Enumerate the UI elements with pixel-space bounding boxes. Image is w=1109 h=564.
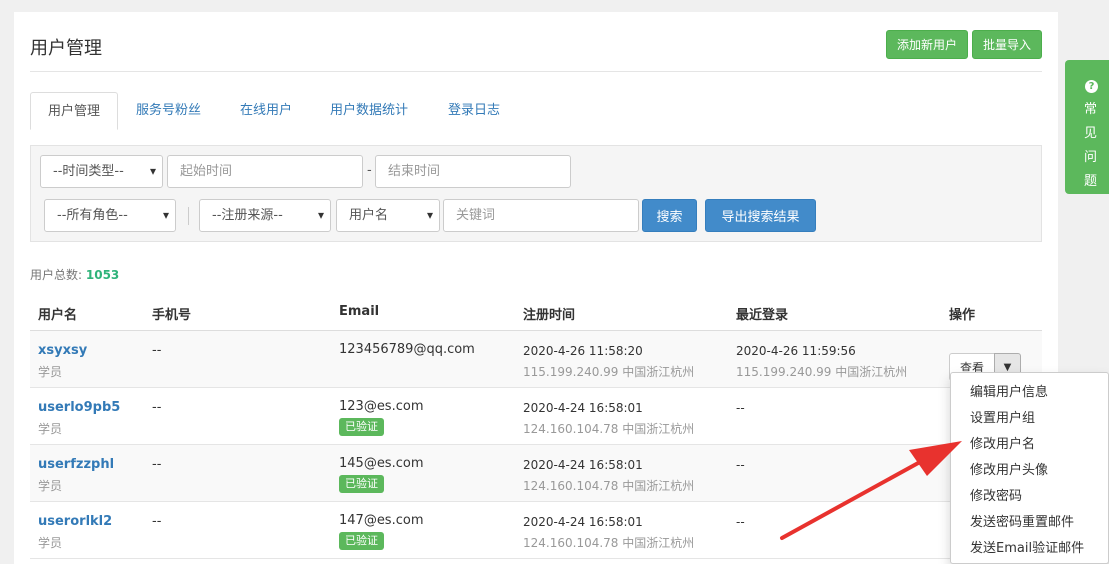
reg-time: 2020-4-24 16:58:01 (523, 401, 643, 415)
reg-time: 2020-4-24 16:58:01 (523, 515, 643, 529)
user-role: 学员 (38, 479, 63, 493)
verified-badge: 已验证 (339, 532, 384, 550)
col-phone: 手机号 (152, 308, 192, 323)
reg-ip: 124.160.104.78 中国浙江杭州 (523, 536, 695, 550)
username-link[interactable]: xsyxsy (38, 343, 87, 358)
range-dash: - (367, 163, 372, 178)
tab-user-management[interactable]: 用户管理 (30, 92, 118, 130)
user-email: 123456789@qq.com (339, 342, 475, 357)
add-user-button[interactable]: 添加新用户 (886, 30, 968, 59)
user-total-count: 1053 (85, 268, 120, 282)
export-button[interactable]: 导出搜索结果 (705, 199, 816, 232)
username-link[interactable]: userorlkl2 (38, 514, 112, 529)
field-select[interactable]: 用户名 (336, 199, 440, 232)
main-panel: 用户管理 添加新用户 批量导入 用户管理 服务号粉丝 在线用户 用户数据统计 登… (14, 12, 1058, 564)
username-link[interactable]: userlo9pb5 (38, 400, 120, 415)
tab-online-users[interactable]: 在线用户 (240, 92, 292, 130)
user-phone: -- (152, 343, 162, 358)
last-login-time: -- (736, 401, 745, 415)
last-login-ip: 115.199.240.99 中国浙江杭州 (736, 365, 908, 379)
col-actions: 操作 (949, 308, 976, 323)
username-link[interactable]: userfzzphl (38, 457, 114, 472)
tab-login-log[interactable]: 登录日志 (448, 92, 500, 130)
table-row: userlo9pb5 学员 -- 123@es.com 已验证 2020-4-2… (30, 388, 1042, 445)
table-row: userorlkl2 学员 -- 147@es.com 已验证 2020-4-2… (30, 502, 1042, 559)
reg-ip: 124.160.104.78 中国浙江杭州 (523, 479, 695, 493)
caret-down-icon: ▼ (1003, 361, 1012, 373)
menu-edit-user-info[interactable]: 编辑用户信息 (970, 381, 1048, 400)
user-phone: -- (152, 457, 162, 472)
menu-set-user-group[interactable]: 设置用户组 (970, 407, 1035, 426)
faq-side-button[interactable]: ? 常见问题 (1065, 60, 1109, 194)
menu-change-username[interactable]: 修改用户名 (970, 433, 1035, 452)
time-type-select[interactable]: --时间类型-- (40, 155, 163, 188)
user-total: 用户总数: 1053 (30, 266, 119, 283)
reg-time: 2020-4-26 11:58:20 (523, 344, 643, 358)
role-select[interactable]: --所有角色-- (44, 199, 176, 232)
last-login-time: -- (736, 458, 745, 472)
filter-form: --时间类型-- 起始时间 - 结束时间 --所有角色-- --注册来源-- 用… (30, 145, 1042, 242)
col-last-login: 最近登录 (736, 308, 789, 323)
verified-badge: 已验证 (339, 418, 384, 436)
reg-ip: 115.199.240.99 中国浙江杭州 (523, 365, 695, 379)
reg-ip: 124.160.104.78 中国浙江杭州 (523, 422, 695, 436)
source-select[interactable]: --注册来源-- (199, 199, 331, 232)
actions-dropdown-menu: 编辑用户信息 设置用户组 修改用户名 修改用户头像 修改密码 发送密码重置邮件 … (950, 372, 1109, 564)
menu-send-reset-email[interactable]: 发送密码重置邮件 (970, 511, 1074, 530)
last-login-time: 2020-4-26 11:59:56 (736, 344, 856, 358)
table-row: userfzzphl 学员 -- 145@es.com 已验证 2020-4-2… (30, 445, 1042, 502)
col-username: 用户名 (38, 308, 78, 323)
user-role: 学员 (38, 365, 63, 379)
col-email: Email (339, 304, 380, 319)
tab-user-stats[interactable]: 用户数据统计 (330, 92, 408, 130)
user-phone: -- (152, 400, 162, 415)
header-divider (30, 71, 1042, 72)
user-role: 学员 (38, 536, 63, 550)
end-time-input[interactable]: 结束时间 (375, 155, 571, 188)
tab-service-fans[interactable]: 服务号粉丝 (136, 92, 201, 130)
user-phone: -- (152, 514, 162, 529)
page-title: 用户管理 (30, 38, 102, 59)
user-role: 学员 (38, 422, 63, 436)
user-email: 147@es.com (339, 513, 424, 528)
keyword-input[interactable]: 关键词 (443, 199, 639, 232)
menu-change-avatar[interactable]: 修改用户头像 (970, 459, 1048, 478)
col-reg-time: 注册时间 (523, 308, 576, 323)
menu-change-password[interactable]: 修改密码 (970, 485, 1022, 504)
filter-divider (188, 207, 189, 225)
user-total-label: 用户总数: (30, 268, 83, 282)
batch-import-button[interactable]: 批量导入 (972, 30, 1042, 59)
search-button[interactable]: 搜索 (642, 199, 697, 232)
table-row: xsyxsy 学员 -- 123456789@qq.com 2020-4-26 … (30, 331, 1042, 388)
last-login-time: -- (736, 515, 745, 529)
user-email: 123@es.com (339, 399, 424, 414)
tab-bar: 用户管理 服务号粉丝 在线用户 用户数据统计 登录日志 (30, 92, 1042, 130)
faq-label: 常见问题 (1084, 102, 1098, 189)
question-icon: ? (1085, 80, 1098, 93)
user-email: 145@es.com (339, 456, 424, 471)
menu-send-verify-email[interactable]: 发送Email验证邮件 (970, 537, 1084, 556)
start-time-input[interactable]: 起始时间 (167, 155, 363, 188)
reg-time: 2020-4-24 16:58:01 (523, 458, 643, 472)
verified-badge: 已验证 (339, 475, 384, 493)
